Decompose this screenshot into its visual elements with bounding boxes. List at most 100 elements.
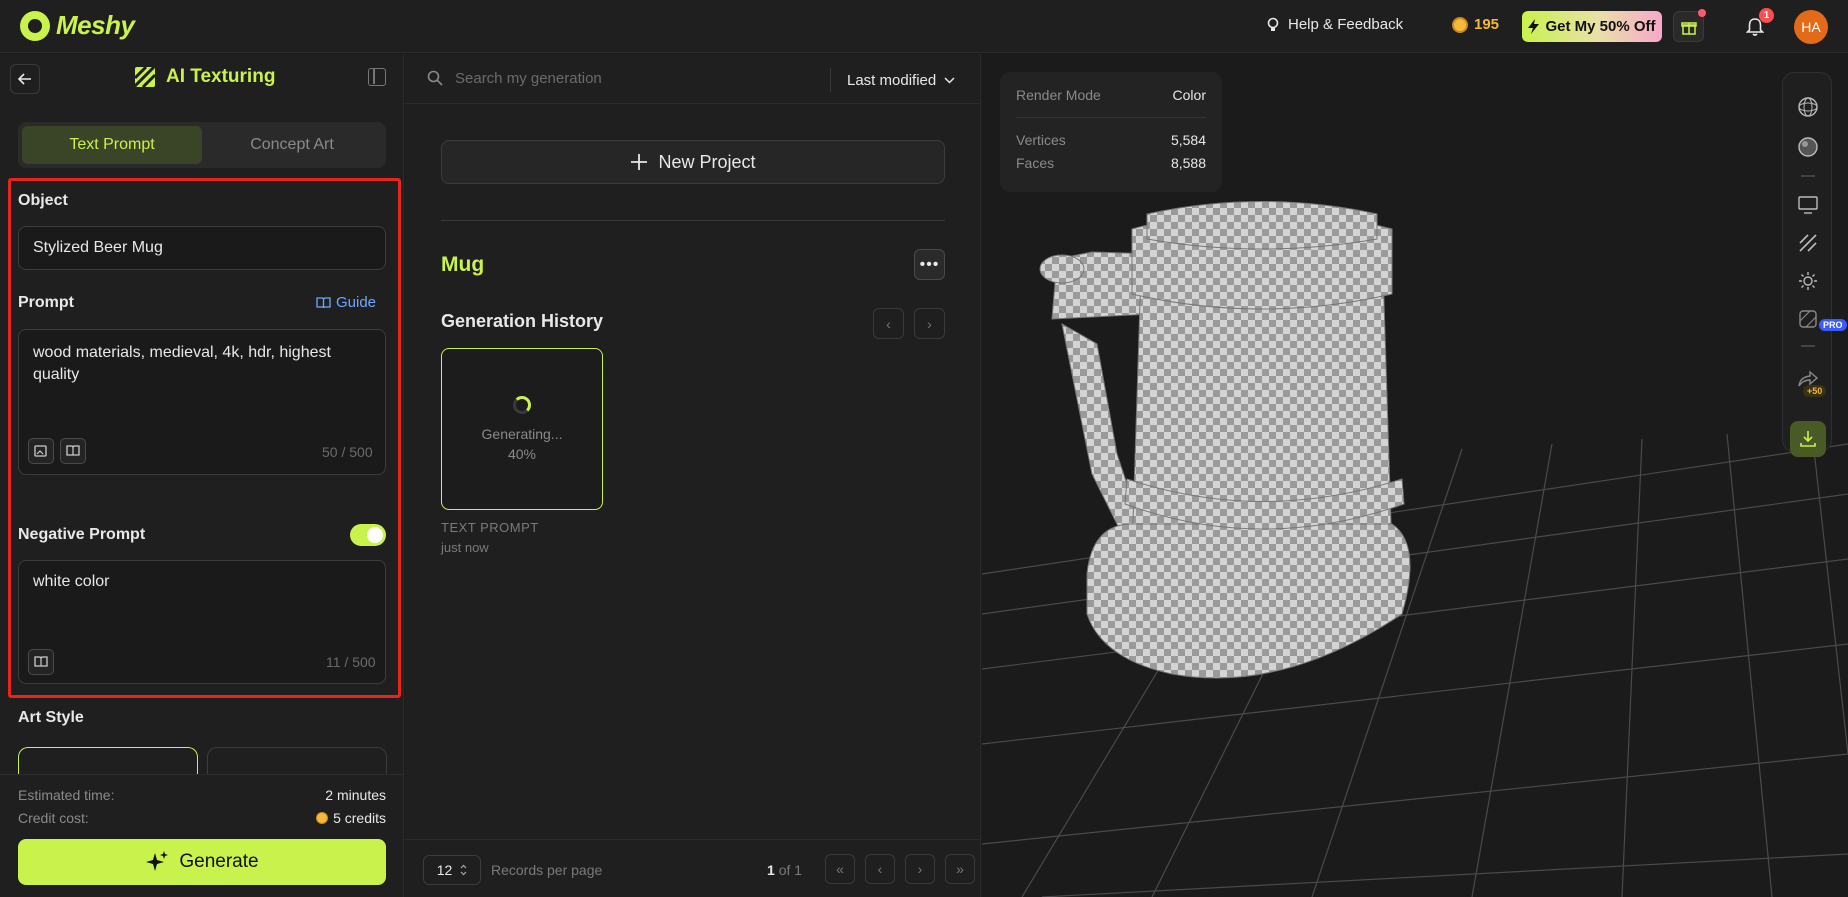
history-prev-button[interactable]: ‹ [873, 308, 904, 339]
download-icon [1800, 431, 1816, 447]
prompt-char-count: 50 / 500 [322, 444, 373, 460]
tab-text-prompt[interactable]: Text Prompt [22, 126, 202, 164]
generate-label: Generate [179, 851, 259, 872]
prompt-mode-tabs: Text Prompt Concept Art [18, 122, 386, 168]
help-feedback-button[interactable]: Help & Feedback [1266, 16, 1403, 33]
promo-label: Get My 50% Off [1545, 18, 1656, 35]
coin-icon [1452, 16, 1468, 33]
logo-icon [20, 10, 50, 41]
prev-page-button[interactable]: ‹ [865, 854, 895, 884]
search-bar: Search my generation Last modified [405, 54, 981, 104]
negative-prompt-library-button[interactable] [28, 649, 54, 675]
search-input[interactable]: Search my generation [455, 70, 602, 87]
search-icon [427, 70, 443, 86]
coin-icon [316, 812, 329, 824]
negative-prompt-toggle[interactable] [350, 524, 386, 546]
stat-key: Render Mode [1016, 86, 1101, 103]
promo-button[interactable]: Get My 50% Off [1522, 11, 1662, 42]
model-stats-panel: Render Mode Color Vertices 5,584 Faces 8… [1000, 72, 1222, 192]
first-page-button[interactable]: « [825, 854, 855, 884]
sort-label: Last modified [847, 71, 937, 89]
image-prompt-button[interactable] [28, 438, 54, 464]
double-chevron-right-icon: » [956, 861, 964, 877]
next-page-button[interactable]: › [905, 854, 935, 884]
plus-icon [631, 154, 648, 170]
shaded-sphere-button[interactable] [1796, 135, 1820, 159]
pro-badge: PRO [1819, 319, 1847, 331]
project-name[interactable]: Mug [441, 253, 484, 277]
project-more-button[interactable]: ••• [914, 249, 945, 280]
stat-value: 5,584 [1170, 132, 1206, 148]
meshy-logo[interactable]: Meshy [20, 10, 135, 41]
generation-progress: 40% [507, 446, 537, 462]
back-button[interactable] [10, 64, 40, 94]
monitor-icon [1798, 196, 1818, 214]
stat-row-render-mode: Render Mode Color [1016, 72, 1206, 118]
collapse-panel-icon[interactable] [368, 68, 386, 86]
prompt-library-button[interactable] [60, 438, 86, 464]
pagination-bar: 12 Records per page 1 of 1 « ‹ › » [405, 839, 981, 897]
book-plus-icon [34, 656, 48, 667]
notification-badge: 1 [1759, 8, 1774, 23]
last-page-button[interactable]: » [945, 854, 975, 884]
chevron-down-icon [944, 76, 955, 84]
logo-text: Meshy [56, 10, 135, 40]
per-page-label: Records per page [491, 862, 603, 878]
wireframe-sphere-icon [1798, 97, 1818, 117]
lightbulb-icon [1267, 17, 1279, 31]
new-project-label: New Project [658, 151, 756, 172]
toolbar-separator [1801, 175, 1815, 177]
generation-status: Generating... [481, 426, 563, 442]
display-button[interactable] [1796, 193, 1820, 217]
stat-key: Faces [1016, 155, 1055, 171]
generation-card[interactable]: Generating... 40% [441, 348, 603, 510]
share-button[interactable] [1796, 367, 1820, 391]
credit-cost-label: Credit cost: [18, 810, 89, 826]
new-project-button[interactable]: New Project [441, 140, 945, 184]
wireframe-sphere-button[interactable] [1796, 95, 1820, 119]
generation-library: Search my generation Last modified New P… [405, 54, 981, 897]
material-icon [1799, 310, 1817, 328]
stat-value: 8,588 [1170, 155, 1206, 171]
tab-concept-art[interactable]: Concept Art [202, 126, 382, 164]
guide-link[interactable]: Guide [316, 294, 376, 311]
image-add-icon [34, 445, 47, 457]
credit-cost-row: Credit cost: 5 credits [18, 810, 386, 826]
estimated-time-row: Estimated time: 2 minutes [18, 787, 386, 803]
notifications-button[interactable]: 1 [1742, 8, 1774, 40]
download-button[interactable] [1790, 421, 1826, 457]
credit-cost-value-wrap: 5 credits [316, 810, 386, 826]
panel-title-text: AI Texturing [166, 66, 276, 87]
user-avatar[interactable]: HA [1794, 10, 1828, 44]
history-next-button[interactable]: › [914, 308, 945, 339]
credits-balance[interactable]: 195 [1452, 16, 1499, 33]
estimated-time-label: Estimated time: [18, 787, 115, 803]
top-bar: Meshy Help & Feedback 195 Get My 50% Off… [0, 0, 1848, 53]
stat-value[interactable]: Color [1173, 87, 1206, 103]
negative-prompt-char-count: 11 / 500 [326, 654, 376, 670]
sun-icon [1799, 272, 1817, 290]
book-plus-icon [66, 445, 80, 456]
model-viewer[interactable]: Render Mode Color Vertices 5,584 Faces 8… [982, 54, 1848, 897]
guide-label: Guide [336, 294, 377, 311]
credit-cost-value: 5 credits [333, 810, 386, 826]
gift-indicator-dot [1698, 9, 1706, 17]
texture-stripes-icon [1799, 234, 1817, 252]
generate-button[interactable]: Generate [18, 839, 386, 885]
section-divider [441, 220, 945, 221]
viewer-toolbar: PRO +50 [1782, 72, 1847, 457]
estimated-time-value: 2 minutes [325, 787, 386, 803]
texturing-panel: AI Texturing Text Prompt Concept Art Obj… [0, 54, 404, 897]
lighting-button[interactable] [1796, 269, 1820, 293]
gift-button[interactable] [1673, 9, 1706, 42]
share-icon [1798, 370, 1818, 387]
object-input[interactable]: Stylized Beer Mug [18, 226, 386, 270]
generation-time: just now [441, 540, 489, 555]
negative-prompt-label: Negative Prompt [18, 526, 146, 543]
page-total: of 1 [778, 862, 803, 878]
more-dots-icon: ••• [919, 255, 940, 273]
pbr-material-button[interactable] [1796, 307, 1820, 331]
per-page-select[interactable]: 12 [423, 855, 481, 885]
sort-dropdown[interactable]: Last modified [830, 68, 955, 92]
texture-button[interactable] [1796, 231, 1820, 255]
